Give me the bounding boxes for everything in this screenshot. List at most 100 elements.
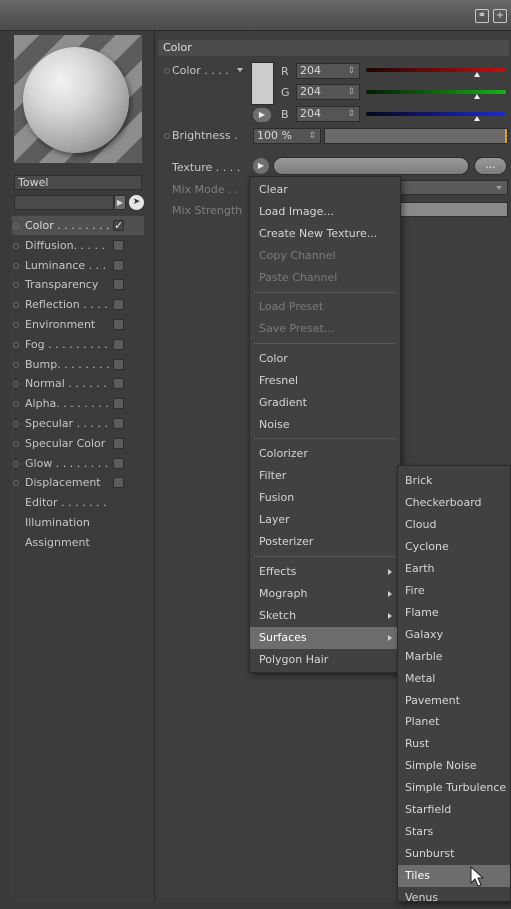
- channel-checkbox[interactable]: [113, 378, 124, 390]
- mix-strength-slider[interactable]: [398, 202, 508, 217]
- channel-checkbox[interactable]: [113, 437, 124, 449]
- material-tab-item[interactable]: Editor . . . . . . .: [12, 493, 144, 512]
- channel-checkbox[interactable]: [113, 418, 124, 429]
- red-slider[interactable]: [366, 68, 506, 77]
- chevron-down-icon[interactable]: [237, 68, 243, 72]
- channel-item[interactable]: Displacement: [12, 473, 144, 492]
- texture-field[interactable]: [273, 157, 469, 175]
- texture-menu-arrow-icon[interactable]: ▶: [253, 158, 269, 174]
- surface-item[interactable]: Tiles: [398, 865, 510, 888]
- material-preview[interactable]: [14, 35, 142, 163]
- surface-item[interactable]: Simple Turbulence: [398, 777, 510, 799]
- channel-item[interactable]: Color . . . . . . . . ✓: [12, 216, 144, 235]
- filter-field[interactable]: [14, 195, 114, 210]
- channel-item[interactable]: Specular Color: [12, 434, 144, 453]
- channel-item[interactable]: Diffusion. . . . .: [12, 236, 144, 255]
- keyframe-dot[interactable]: [164, 133, 170, 139]
- menu-item[interactable]: Color: [250, 348, 400, 370]
- menu-item[interactable]: Colorizer: [250, 443, 400, 465]
- red-field[interactable]: 204 ⇕: [296, 63, 360, 79]
- keyframe-dot[interactable]: [164, 68, 170, 74]
- brightness-slider[interactable]: [324, 128, 508, 144]
- menu-item-label: Mograph: [259, 587, 308, 600]
- mix-mode-dropdown[interactable]: [398, 180, 508, 195]
- menu-item[interactable]: Noise: [250, 414, 400, 436]
- menu-item[interactable]: Filter: [250, 465, 400, 487]
- blue-slider[interactable]: [366, 112, 506, 121]
- surface-item[interactable]: Stars: [398, 821, 510, 843]
- surface-item[interactable]: Earth: [398, 558, 510, 580]
- menu-item[interactable]: Surfaces: [250, 627, 400, 649]
- new-window-icon[interactable]: +: [493, 9, 507, 23]
- channel-item[interactable]: Environment: [12, 315, 144, 334]
- menu-item[interactable]: Load Image...: [250, 201, 400, 223]
- surface-item[interactable]: Metal: [398, 668, 510, 690]
- channel-item[interactable]: Transparency: [12, 275, 144, 294]
- surface-item[interactable]: Simple Noise: [398, 755, 510, 777]
- surface-item[interactable]: Starfield: [398, 799, 510, 821]
- channel-item[interactable]: Alpha. . . . . . . .: [12, 394, 144, 413]
- channel-item[interactable]: Specular . . . . .: [12, 414, 144, 433]
- menu-item[interactable]: Gradient: [250, 392, 400, 414]
- channel-item[interactable]: Reflection . . . .: [12, 295, 144, 314]
- surface-item[interactable]: Fire: [398, 580, 510, 602]
- channel-checkbox[interactable]: [113, 239, 124, 251]
- channel-checkbox[interactable]: [113, 398, 124, 410]
- channel-dot: [13, 262, 19, 269]
- texture-browse-button[interactable]: ...: [474, 157, 507, 175]
- channel-item[interactable]: Fog . . . . . . . . .: [12, 335, 144, 354]
- surface-item[interactable]: Pavement: [398, 690, 510, 712]
- channel-checkbox[interactable]: [113, 279, 124, 291]
- channel-checkbox[interactable]: [113, 319, 124, 330]
- menu-item[interactable]: Sketch: [250, 605, 400, 627]
- pointer-icon[interactable]: ➤: [129, 195, 144, 210]
- surface-item[interactable]: Cloud: [398, 514, 510, 536]
- surface-item[interactable]: Sunburst: [398, 843, 510, 865]
- expand-arrow-icon[interactable]: ▶: [253, 108, 271, 122]
- surface-item[interactable]: Marble: [398, 646, 510, 668]
- menu-item[interactable]: Fresnel: [250, 370, 400, 392]
- surface-item[interactable]: Flame: [398, 602, 510, 624]
- surface-item[interactable]: Galaxy: [398, 624, 510, 646]
- surface-item-label: Starfield: [405, 803, 452, 817]
- channel-item[interactable]: Glow . . . . . . . .: [12, 454, 144, 473]
- channel-item[interactable]: Bump. . . . . . . .: [12, 355, 144, 374]
- material-tab-item[interactable]: Assignment: [12, 533, 144, 552]
- menu-item-label: Load Preset: [259, 300, 324, 313]
- channel-checkbox[interactable]: [113, 477, 124, 489]
- surface-item[interactable]: Brick: [398, 470, 510, 492]
- channel-checkbox[interactable]: [113, 358, 124, 370]
- menu-item[interactable]: Polygon Hair: [250, 649, 400, 671]
- menu-item[interactable]: Posterizer: [250, 531, 400, 553]
- color-swatch[interactable]: [251, 62, 274, 105]
- menu-item[interactable]: Effects: [250, 561, 400, 583]
- menu-item[interactable]: Create New Texture...: [250, 223, 400, 245]
- brightness-field[interactable]: 100 % ⇕: [253, 128, 321, 144]
- title-bar: ⚭ +: [0, 0, 511, 31]
- green-slider[interactable]: [366, 90, 506, 99]
- blue-field[interactable]: 204 ⇕: [296, 106, 360, 122]
- surface-item[interactable]: Checkerboard: [398, 492, 510, 514]
- green-field[interactable]: 204 ⇕: [296, 84, 360, 100]
- material-name-field[interactable]: Towel: [14, 175, 142, 190]
- menu-item[interactable]: Clear: [250, 179, 400, 201]
- channel-checkbox[interactable]: [113, 259, 124, 271]
- channel-checkbox[interactable]: [113, 299, 124, 311]
- channel-checkbox[interactable]: ✓: [113, 220, 124, 231]
- surface-item[interactable]: Planet: [398, 711, 510, 733]
- menu-item[interactable]: Layer: [250, 509, 400, 531]
- menu-item[interactable]: Fusion: [250, 487, 400, 509]
- channel-item[interactable]: Luminance . . .: [12, 256, 144, 275]
- surface-item[interactable]: Cyclone: [398, 536, 510, 558]
- channel-item[interactable]: Normal . . . . . .: [12, 374, 144, 393]
- material-tab-item[interactable]: Illumination: [12, 513, 144, 532]
- surface-item[interactable]: Rust: [398, 733, 510, 755]
- channel-label: Luminance . . .: [25, 258, 107, 272]
- tab-label: Assignment: [25, 536, 90, 549]
- lock-icon[interactable]: ⚭: [475, 9, 489, 23]
- filter-arrow-icon[interactable]: ▶: [114, 195, 126, 210]
- channel-checkbox[interactable]: [113, 457, 124, 469]
- channel-checkbox[interactable]: [113, 338, 124, 350]
- surface-item[interactable]: Venus: [398, 887, 510, 909]
- menu-item[interactable]: Mograph: [250, 583, 400, 605]
